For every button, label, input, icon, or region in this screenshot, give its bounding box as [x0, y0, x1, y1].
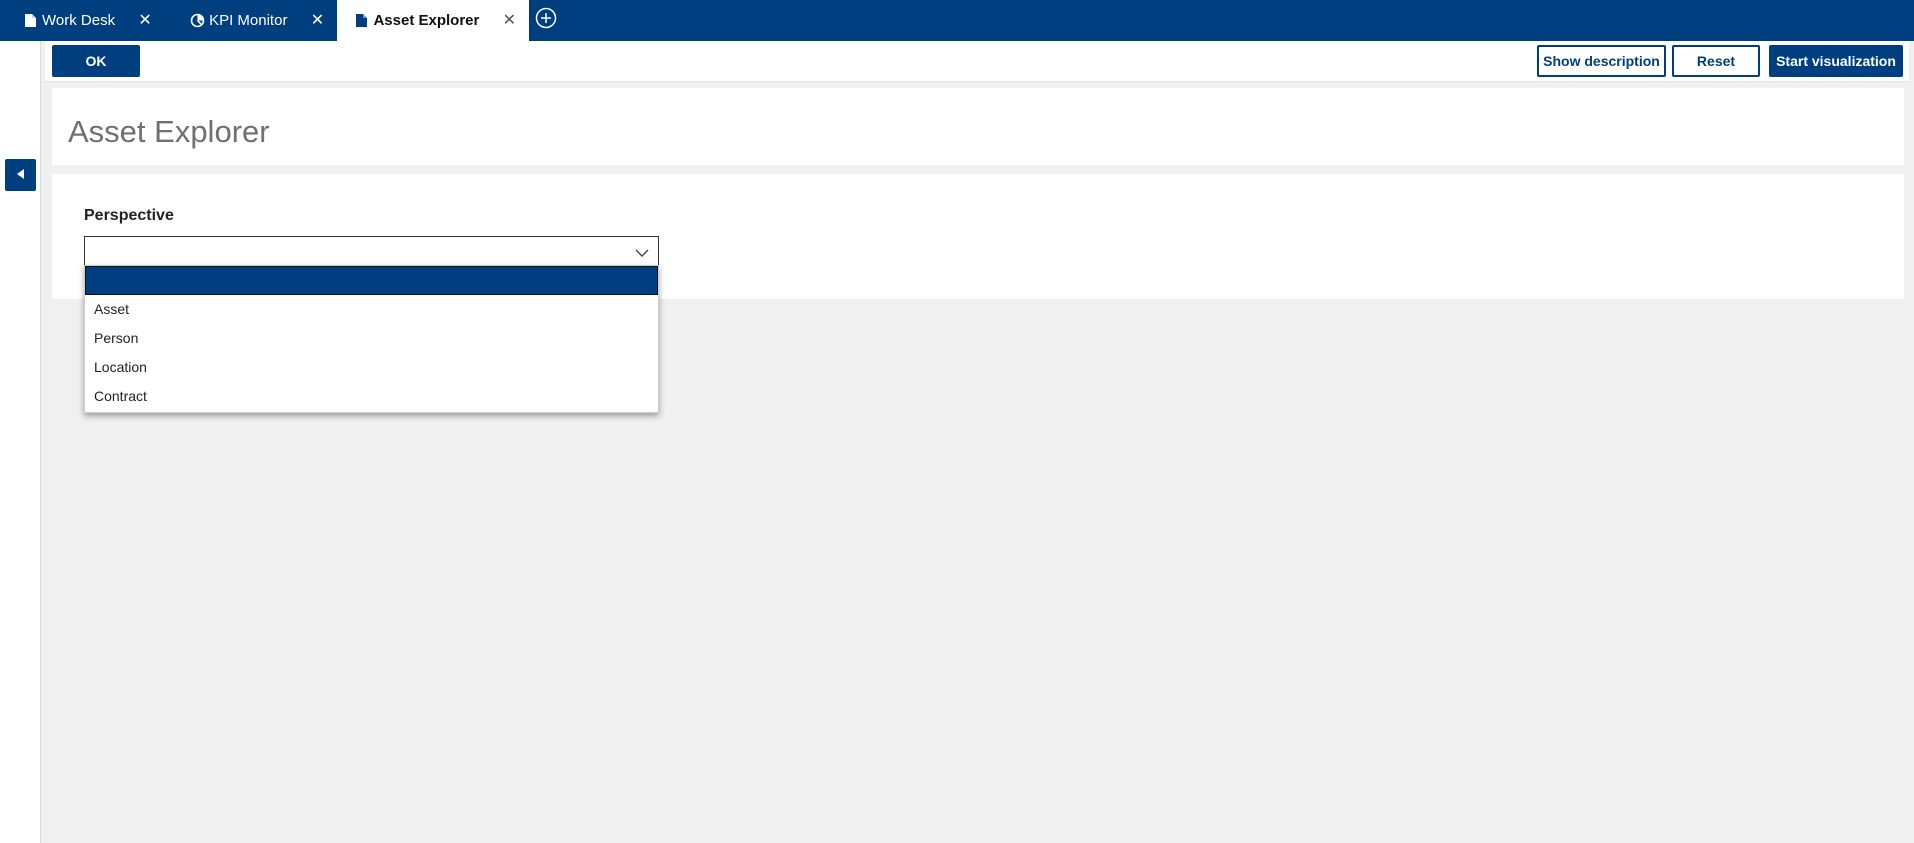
toolbar: OK Show description Reset Start visualiz… [45, 41, 1909, 82]
close-icon[interactable]: ✕ [137, 12, 153, 29]
tab-label: KPI Monitor [209, 12, 288, 29]
tab-label: Asset Explorer [373, 12, 480, 29]
tab-label: Work Desk [42, 12, 116, 29]
close-icon[interactable]: ✕ [309, 12, 325, 29]
document-icon [22, 13, 38, 29]
left-rail [0, 41, 41, 843]
perspective-select[interactable] [84, 236, 659, 268]
page-title: Asset Explorer [68, 114, 270, 149]
tab-work-desk[interactable]: Work Desk ✕ [0, 0, 165, 41]
document-icon [353, 13, 369, 29]
dropdown-option-person[interactable]: Person [85, 324, 658, 353]
ok-button[interactable]: OK [52, 45, 140, 77]
dropdown-option-asset[interactable]: Asset [85, 295, 658, 324]
dashboard-gauge-icon [189, 13, 205, 29]
show-description-button[interactable]: Show description [1537, 45, 1666, 77]
reset-button[interactable]: Reset [1672, 45, 1760, 77]
start-visualization-button[interactable]: Start visualization [1769, 45, 1903, 77]
chevron-down-icon [634, 246, 650, 260]
dropdown-option-empty[interactable] [85, 266, 658, 295]
tab-kpi-monitor[interactable]: KPI Monitor ✕ [165, 0, 337, 41]
perspective-dropdown-list: Asset Person Location Contract [84, 265, 659, 413]
title-panel: Asset Explorer [52, 88, 1904, 165]
perspective-label: Perspective [84, 207, 174, 224]
collapse-sidebar-button[interactable] [5, 159, 36, 191]
add-tab-button[interactable] [529, 0, 563, 41]
tab-bar: Work Desk ✕ KPI Monitor ✕ Asset Explorer… [0, 0, 1914, 41]
plus-circle-icon [535, 7, 557, 34]
tab-asset-explorer[interactable]: Asset Explorer ✕ [337, 0, 530, 41]
caret-left-icon [16, 166, 25, 184]
dropdown-option-location[interactable]: Location [85, 353, 658, 382]
close-icon[interactable]: ✕ [501, 12, 517, 29]
dropdown-option-contract[interactable]: Contract [85, 382, 658, 411]
